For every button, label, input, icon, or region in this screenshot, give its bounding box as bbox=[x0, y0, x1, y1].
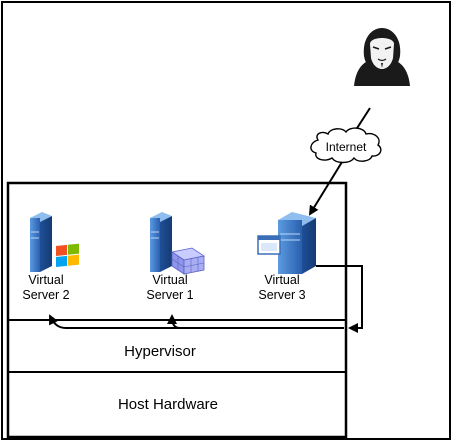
server-tower-icon bbox=[150, 212, 172, 272]
windows-logo-icon bbox=[56, 243, 79, 267]
server-2-label-line1: Virtual bbox=[28, 273, 63, 287]
server-3-label-line1: Virtual bbox=[264, 273, 299, 287]
hypervisor-label: Hypervisor bbox=[124, 343, 196, 360]
virtual-server-3: Virtual Server 3 bbox=[257, 212, 316, 302]
server-3-label-line2: Server 3 bbox=[258, 288, 305, 302]
lateral-path-to-server-1 bbox=[167, 314, 181, 329]
hacker-mask-icon bbox=[354, 28, 410, 86]
attack-line-lower bbox=[308, 161, 343, 216]
server-1-label-line1: Virtual bbox=[152, 273, 187, 287]
virtual-server-2: Virtual Server 2 bbox=[22, 212, 79, 302]
lateral-path-to-server-2 bbox=[49, 314, 344, 329]
server-tower-icon bbox=[278, 212, 316, 274]
server-1-label-line2: Server 1 bbox=[146, 288, 193, 302]
virtual-server-1: Virtual Server 1 bbox=[146, 212, 206, 302]
lateral-path-outer bbox=[316, 265, 363, 333]
virtualization-attack-diagram: Hypervisor Host Hardware Internet Virtua… bbox=[1, 1, 451, 440]
application-window-icon bbox=[257, 235, 281, 255]
server-2-label-line2: Server 2 bbox=[22, 288, 69, 302]
host-hardware-label: Host Hardware bbox=[118, 396, 218, 413]
server-tower-icon bbox=[30, 212, 52, 272]
internet-label: Internet bbox=[326, 140, 367, 154]
database-grid-icon bbox=[170, 247, 206, 275]
